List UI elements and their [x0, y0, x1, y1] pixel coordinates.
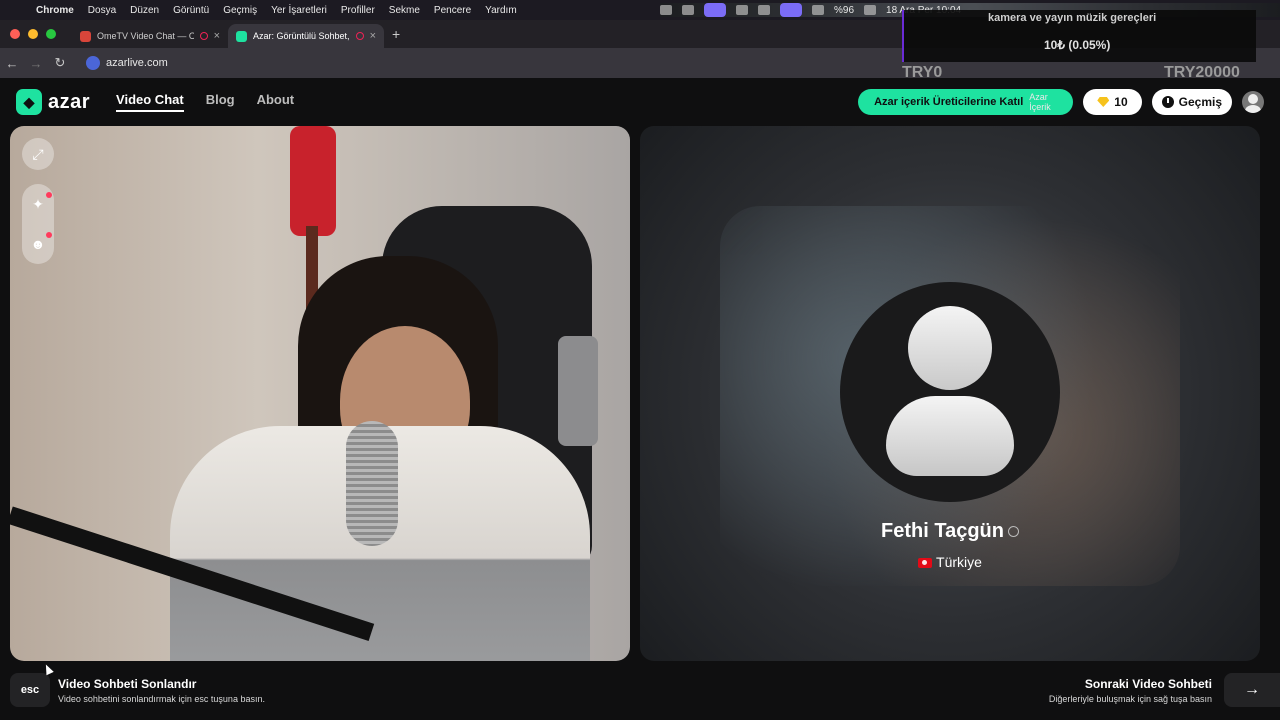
stream-goal-overlay: kamera ve yayın müzik gereçleri 10₺ (0.0… — [902, 10, 1256, 62]
sparkle-effects-icon[interactable]: ✦ — [30, 192, 52, 212]
tray-icon[interactable] — [682, 5, 694, 15]
azar-logo[interactable]: ◆ azar — [16, 89, 90, 115]
partner-name: Fethi Taçgün — [881, 520, 1004, 542]
chair-stripe — [558, 336, 598, 446]
gem-count: 10 — [1114, 95, 1128, 109]
info-icon[interactable] — [1007, 526, 1019, 538]
tray-icon[interactable] — [660, 5, 672, 15]
goal-progress: 10₺ (0.05%) — [1044, 38, 1111, 52]
azar-logo-icon: ◆ — [16, 89, 42, 115]
avatar-head — [908, 306, 992, 390]
avatar-body — [886, 396, 1014, 476]
partner-country: Türkiye — [936, 554, 982, 570]
menu-sekme[interactable]: Sekme — [389, 5, 420, 16]
nav-video-chat[interactable]: Video Chat — [116, 92, 184, 112]
chat-controls-footer: esc Video Sohbeti Sonlandır Video sohbet… — [0, 661, 1280, 720]
expand-control: ⤢ — [22, 138, 54, 170]
back-icon[interactable]: ← — [0, 56, 24, 71]
menu-dosya[interactable]: Dosya — [88, 5, 116, 16]
azar-favicon-icon — [236, 30, 247, 42]
ometv-favicon-icon — [80, 30, 91, 42]
menu-chrome[interactable]: Chrome — [36, 5, 74, 16]
tab-title: OmeTV Video Chat — Om — [97, 31, 194, 41]
partner-avatar — [840, 282, 1060, 502]
profile-avatar[interactable] — [1242, 91, 1264, 113]
recording-icon — [199, 32, 208, 40]
face-filter-icon[interactable]: ☻ — [30, 232, 52, 252]
screen-share-icon[interactable] — [704, 3, 726, 17]
tab-ometv[interactable]: OmeTV Video Chat — Om × — [72, 24, 228, 48]
goal-title: kamera ve yayın müzik gereçleri — [988, 12, 1157, 24]
menu-pencere[interactable]: Pencere — [434, 5, 471, 16]
gem-icon — [1097, 97, 1110, 107]
tab-title: Azar: Görüntülü Sohbet, — [253, 31, 350, 41]
next-chat-hint: Diğerleriyle buluşmak için sağ tuşa bası… — [1048, 694, 1212, 704]
end-chat-key-button[interactable]: esc — [10, 673, 50, 707]
url-field[interactable]: azarlive.com — [78, 52, 176, 74]
new-dot — [46, 192, 52, 198]
close-tab-icon[interactable]: × — [214, 30, 220, 42]
window-controls — [10, 29, 56, 39]
app-menu: Chrome Dosya Düzen Görüntü Geçmiş Yer İş… — [36, 5, 517, 16]
main-nav: Video Chat Blog About — [116, 92, 294, 112]
partner-country-row: Türkiye — [640, 554, 1260, 570]
zoom-window-button[interactable] — [46, 29, 56, 39]
menu-goruntu[interactable]: Görüntü — [173, 5, 209, 16]
creator-join-label: Azar içerik Üreticilerine Katıl — [874, 96, 1024, 108]
forward-icon[interactable]: → — [24, 56, 48, 71]
search-icon[interactable] — [812, 5, 824, 15]
microphone — [346, 421, 398, 546]
new-dot — [46, 232, 52, 238]
guitar — [290, 126, 336, 236]
site-header: ◆ azar Video Chat Blog About Azar içerik… — [0, 78, 1280, 126]
end-chat-title: Video Sohbeti Sonlandır — [58, 677, 197, 691]
creator-join-button[interactable]: Azar içerik Üreticilerine Katıl Azar İçe… — [858, 89, 1074, 115]
end-chat-hint: Video sohbetini sonlandırmak için esc tu… — [58, 694, 265, 704]
effects-controls: ✦ ☻ — [22, 184, 54, 264]
battery-icon[interactable] — [864, 5, 877, 15]
partner-name-row: Fethi Taçgün — [640, 520, 1260, 543]
url-text: azarlive.com — [106, 57, 168, 69]
menu-gecmis[interactable]: Geçmiş — [223, 5, 257, 16]
battery-percent: %96 — [834, 4, 855, 16]
menu-duzen[interactable]: Düzen — [130, 5, 159, 16]
next-chat-arrow-button[interactable]: → — [1224, 673, 1280, 707]
tray-icon[interactable] — [758, 5, 770, 15]
next-chat-title: Sonraki Video Sohbeti — [1084, 677, 1212, 691]
local-video: ⤢ ✦ ☻ — [10, 126, 630, 661]
window-icon[interactable] — [780, 3, 802, 17]
recording-icon — [355, 32, 364, 40]
close-window-button[interactable] — [10, 29, 20, 39]
nav-about[interactable]: About — [257, 92, 295, 112]
menu-yardim[interactable]: Yardım — [485, 5, 517, 16]
remote-video: Fethi Taçgün Türkiye — [640, 126, 1260, 661]
nav-blog[interactable]: Blog — [206, 92, 235, 112]
turkey-flag-icon — [918, 558, 933, 569]
creator-image-alt: Azar İçerik — [1029, 92, 1051, 112]
new-tab-button[interactable]: + — [392, 26, 400, 42]
site-info-icon[interactable] — [86, 56, 100, 70]
minimize-window-button[interactable] — [28, 29, 38, 39]
gem-balance-button[interactable]: 10 — [1083, 89, 1142, 115]
history-button[interactable]: Geçmiş — [1151, 89, 1232, 115]
expand-icon[interactable]: ⤢ — [30, 146, 46, 162]
menu-profiller[interactable]: Profiller — [341, 5, 375, 16]
menu-yer-isaretleri[interactable]: Yer İşaretleri — [271, 5, 327, 16]
close-tab-icon[interactable]: × — [370, 30, 376, 42]
logo-text: azar — [48, 90, 91, 113]
header-actions: Azar içerik Üreticilerine Katıl Azar İçe… — [858, 89, 1280, 115]
reload-icon[interactable]: ↻ — [48, 55, 72, 71]
clock-icon — [1161, 96, 1174, 108]
history-label: Geçmiş — [1178, 95, 1222, 109]
tray-icon[interactable] — [736, 5, 748, 15]
tab-azar[interactable]: Azar: Görüntülü Sohbet, × — [228, 24, 384, 48]
